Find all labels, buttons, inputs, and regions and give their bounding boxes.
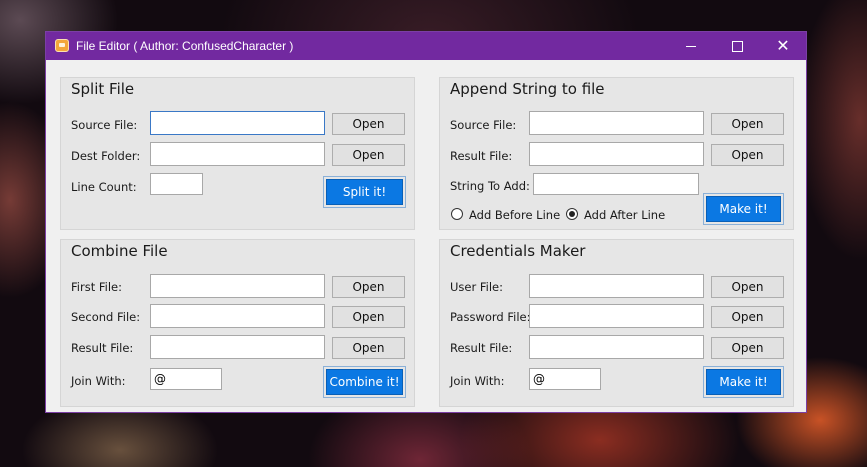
split-file-title: Split File xyxy=(71,80,135,98)
cred-make-it-button[interactable]: Make it! xyxy=(706,369,781,395)
cred-result-label: Result File: xyxy=(450,341,513,355)
minimize-button[interactable] xyxy=(668,32,714,60)
first-file-label: First File: xyxy=(71,280,122,294)
credentials-maker-panel: Credentials Maker User File: Open Passwo… xyxy=(439,239,794,407)
close-icon: ✕ xyxy=(776,36,790,55)
append-source-label: Source File: xyxy=(450,118,517,132)
combine-it-button[interactable]: Combine it! xyxy=(326,369,403,395)
line-count-input[interactable] xyxy=(150,173,203,195)
password-file-input[interactable] xyxy=(529,304,704,328)
credentials-maker-title: Credentials Maker xyxy=(450,242,586,260)
add-before-line-label[interactable]: Add Before Line xyxy=(469,208,560,222)
combine-join-input[interactable] xyxy=(150,368,222,390)
add-after-line-radio[interactable] xyxy=(566,208,578,220)
cred-result-input[interactable] xyxy=(529,335,704,359)
append-source-input[interactable] xyxy=(529,111,704,135)
password-file-open-button[interactable]: Open xyxy=(711,306,784,328)
user-file-label: User File: xyxy=(450,280,503,294)
combine-result-label: Result File: xyxy=(71,341,134,355)
window-title: File Editor ( Author: ConfusedCharacter … xyxy=(76,39,294,53)
add-after-line-label[interactable]: Add After Line xyxy=(584,208,665,222)
append-string-title: Append String to file xyxy=(450,80,605,98)
split-file-panel: Split File Source File: Open Dest Folder… xyxy=(60,77,415,230)
user-file-open-button[interactable]: Open xyxy=(711,276,784,298)
combine-join-label: Join With: xyxy=(71,374,126,388)
combine-result-open-button[interactable]: Open xyxy=(332,337,405,359)
second-file-input[interactable] xyxy=(150,304,325,328)
cred-result-open-button[interactable]: Open xyxy=(711,337,784,359)
user-file-input[interactable] xyxy=(529,274,704,298)
line-count-label: Line Count: xyxy=(71,180,137,194)
append-source-open-button[interactable]: Open xyxy=(711,113,784,135)
split-dest-label: Dest Folder: xyxy=(71,149,141,163)
append-result-label: Result File: xyxy=(450,149,513,163)
password-file-label: Password File: xyxy=(450,310,531,324)
add-before-line-radio[interactable] xyxy=(451,208,463,220)
first-file-open-button[interactable]: Open xyxy=(332,276,405,298)
second-file-open-button[interactable]: Open xyxy=(332,306,405,328)
split-it-button[interactable]: Split it! xyxy=(326,179,403,205)
maximize-icon xyxy=(731,40,743,52)
minimize-icon xyxy=(686,45,696,47)
append-result-input[interactable] xyxy=(529,142,704,166)
string-to-add-label: String To Add: xyxy=(450,179,530,193)
split-source-input[interactable] xyxy=(150,111,325,135)
append-string-panel: Append String to file Source File: Open … xyxy=(439,77,794,230)
append-make-it-button[interactable]: Make it! xyxy=(706,196,781,222)
cred-join-input[interactable] xyxy=(529,368,601,390)
first-file-input[interactable] xyxy=(150,274,325,298)
combine-result-input[interactable] xyxy=(150,335,325,359)
maximize-button[interactable] xyxy=(714,32,760,60)
append-result-open-button[interactable]: Open xyxy=(711,144,784,166)
combine-file-panel: Combine File First File: Open Second Fil… xyxy=(60,239,415,407)
split-source-open-button[interactable]: Open xyxy=(332,113,405,135)
split-dest-input[interactable] xyxy=(150,142,325,166)
close-button[interactable]: ✕ xyxy=(760,32,806,60)
string-to-add-input[interactable] xyxy=(533,173,699,195)
cred-join-label: Join With: xyxy=(450,374,505,388)
combine-file-title: Combine File xyxy=(71,242,168,260)
split-source-label: Source File: xyxy=(71,118,138,132)
app-icon xyxy=(55,39,69,52)
file-editor-window: File Editor ( Author: ConfusedCharacter … xyxy=(45,31,807,413)
second-file-label: Second File: xyxy=(71,310,141,324)
title-bar[interactable]: File Editor ( Author: ConfusedCharacter … xyxy=(46,32,806,60)
split-dest-open-button[interactable]: Open xyxy=(332,144,405,166)
